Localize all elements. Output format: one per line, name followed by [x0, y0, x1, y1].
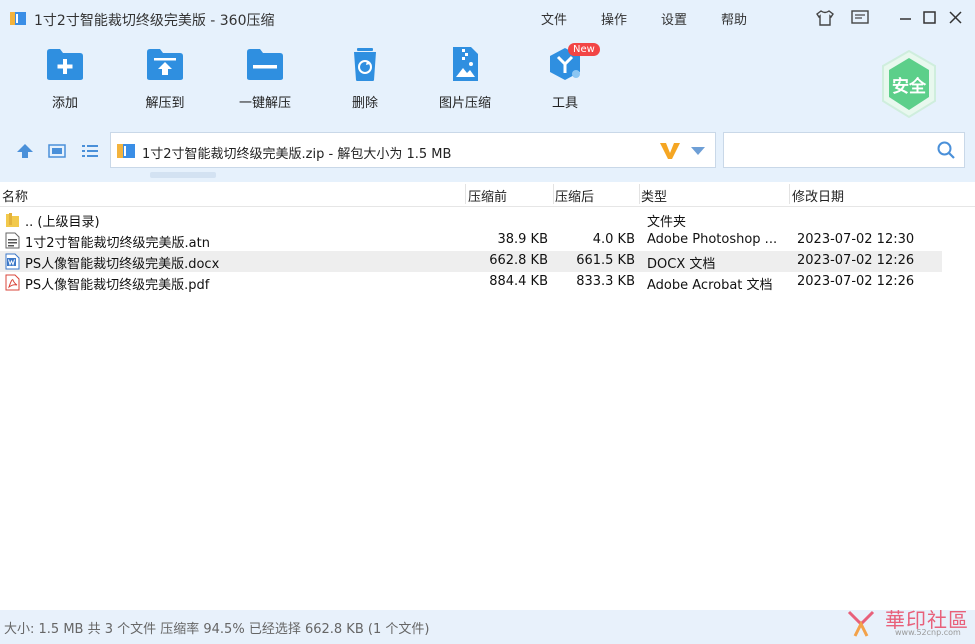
header-size-before[interactable]: 压缩前 [468, 186, 507, 205]
feedback-icon[interactable] [850, 9, 870, 27]
table-row-selected[interactable]: PS人像智能裁切终级完美版.docx 662.8 KB 661.5 KB DOC… [0, 251, 942, 272]
delete-icon [354, 48, 376, 81]
file-modified: 2023-07-02 12:26 [797, 253, 915, 268]
safe-badge[interactable]: 安全 [879, 49, 939, 119]
file-size-after: 661.5 KB [576, 253, 635, 268]
extract-to-button[interactable]: 解压到 [120, 46, 210, 118]
address-text: 1寸2寸智能裁切终级完美版.zip - 解包大小为 1.5 MB [142, 147, 452, 162]
watermark-logo-icon [847, 610, 875, 637]
status-bar: 大小: 1.5 MB 共 3 个文件 压缩率 94.5% 已经选择 662.8 … [0, 610, 975, 640]
title-bar: 1寸2寸智能裁切终级完美版 - 360压缩 文件 操作 设置 帮助 [0, 0, 975, 36]
file-modified: 2023-07-02 12:30 [797, 232, 915, 247]
up-arrow-icon[interactable] [16, 143, 34, 159]
maximize-icon[interactable] [920, 9, 940, 27]
one-click-extract-icon [247, 49, 283, 80]
zip-archive-icon [117, 144, 135, 158]
add-button[interactable]: 添加 [20, 46, 110, 118]
file-type: 文件夹 [647, 215, 687, 230]
file-type: Adobe Photoshop ... [647, 232, 778, 247]
header-divider[interactable] [789, 184, 790, 204]
header-modified[interactable]: 修改日期 [792, 186, 844, 205]
file-size-after: 833.3 KB [576, 274, 635, 289]
window-title: 1寸2寸智能裁切终级完美版 - 360压缩 [34, 13, 275, 29]
file-list: 名称 压缩前 压缩后 类型 修改日期 .. (上级目录) 文件夹 1寸2寸智能裁… [0, 182, 975, 610]
header-type[interactable]: 类型 [641, 186, 667, 205]
search-input[interactable] [730, 139, 924, 163]
file-name: 1寸2寸智能裁切终级完美版.atn [25, 236, 210, 251]
image-compress-label: 图片压缩 [438, 96, 491, 111]
header-divider[interactable] [553, 184, 554, 204]
delete-label: 删除 [351, 96, 378, 111]
menu-help[interactable]: 帮助 [721, 9, 747, 28]
safe-label: 安全 [892, 77, 926, 97]
extract-to-label: 解压到 [145, 96, 185, 111]
tools-button[interactable]: New 工具 [520, 43, 610, 118]
add-icon [47, 49, 83, 80]
image-compress-button[interactable]: 图片压缩 [420, 46, 510, 118]
header-size-after[interactable]: 压缩后 [555, 186, 594, 205]
watermark: 華印社區 www.52cnp.com [845, 606, 971, 640]
list-view-icon[interactable] [81, 143, 99, 159]
menu-file[interactable]: 文件 [541, 9, 567, 28]
file-size-before: 884.4 KB [489, 274, 548, 289]
list-header: 名称 压缩前 压缩后 类型 修改日期 [0, 182, 975, 207]
header-name[interactable]: 名称 [2, 186, 28, 205]
table-row[interactable]: 1寸2寸智能裁切终级完美版.atn 38.9 KB 4.0 KB Adobe P… [0, 230, 942, 251]
new-badge: New [568, 43, 600, 56]
vip-v-icon[interactable] [659, 141, 681, 161]
image-compress-icon [453, 47, 478, 81]
file-size-before: 662.8 KB [489, 253, 548, 268]
one-click-extract-button[interactable]: 一键解压 [220, 46, 310, 118]
menu-operate[interactable]: 操作 [601, 9, 627, 28]
header-divider[interactable] [639, 184, 640, 204]
file-type: Adobe Acrobat 文档 [647, 278, 773, 293]
minimize-icon[interactable] [896, 9, 916, 27]
docx-file-icon [5, 253, 20, 270]
address-bar[interactable]: 1寸2寸智能裁切终级完美版.zip - 解包大小为 1.5 MB [110, 132, 716, 168]
toolbar: 添加 解压到 一键解压 删除 图片压缩 New 工具 [0, 40, 975, 120]
file-size-after: 4.0 KB [592, 232, 635, 247]
horizontal-scroll-thumb[interactable] [150, 172, 216, 178]
search-icon[interactable] [937, 141, 955, 159]
folder-icon [6, 213, 19, 227]
watermark-url: www.52cnp.com [895, 628, 961, 637]
app-logo-icon [10, 12, 26, 25]
file-size-before: 38.9 KB [497, 232, 548, 247]
delete-button[interactable]: 删除 [320, 46, 410, 118]
skin-icon[interactable] [815, 9, 835, 27]
add-label: 添加 [51, 96, 78, 111]
file-modified: 2023-07-02 12:26 [797, 274, 915, 289]
search-box [723, 132, 965, 168]
extract-icon [147, 49, 183, 80]
thumbnail-view-icon[interactable] [48, 143, 66, 159]
pdf-file-icon [5, 274, 20, 291]
one-click-extract-label: 一键解压 [238, 96, 291, 111]
table-row[interactable]: PS人像智能裁切终级完美版.pdf 884.4 KB 833.3 KB Adob… [0, 272, 942, 293]
address-row: 1寸2寸智能裁切终级完美版.zip - 解包大小为 1.5 MB [0, 132, 975, 170]
status-text: 大小: 1.5 MB 共 3 个文件 压缩率 94.5% 已经选择 662.8 … [4, 622, 430, 637]
menu-settings[interactable]: 设置 [661, 9, 687, 28]
chevron-down-icon[interactable] [691, 147, 705, 155]
file-type: DOCX 文档 [647, 257, 716, 272]
tools-label: 工具 [551, 96, 578, 111]
close-icon[interactable] [946, 9, 966, 27]
file-name: .. (上级目录) [25, 215, 100, 230]
header-divider[interactable] [465, 184, 466, 204]
file-name: PS人像智能裁切终级完美版.pdf [25, 278, 210, 293]
table-row-parent[interactable]: .. (上级目录) 文件夹 [0, 209, 942, 230]
file-name: PS人像智能裁切终级完美版.docx [25, 257, 220, 272]
atn-file-icon [5, 232, 20, 249]
